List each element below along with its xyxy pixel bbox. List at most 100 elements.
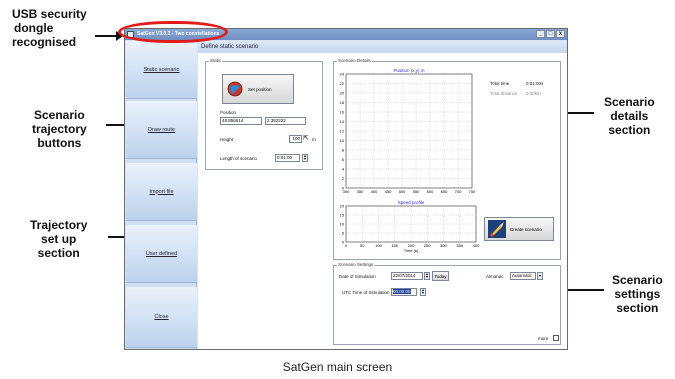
total-distance-value: 0.00km	[526, 91, 541, 96]
main-panel: Define static scenario Static Set positi…	[198, 41, 567, 349]
y-tick-label: 2	[342, 176, 345, 181]
x-tick-label: 250	[424, 243, 431, 248]
position-chart: Position (x,y) m024681012141618202224300…	[340, 68, 476, 194]
maximize-button[interactable]: □	[546, 30, 555, 38]
x-tick-label: 300	[343, 189, 350, 194]
x-tick-label: 700	[455, 189, 462, 194]
y-tick-label: 8	[342, 148, 345, 153]
x-tick-label: 500	[399, 189, 406, 194]
height-field[interactable]: 100	[289, 135, 302, 143]
import-file-button[interactable]: Import file	[126, 163, 197, 221]
window-controls: _ □ x	[536, 30, 565, 38]
annotation-trajectory-setup: Trajectory set up section	[30, 218, 87, 260]
length-field[interactable]: 0:01:00	[275, 154, 300, 162]
y-tick-label: 4	[342, 167, 345, 172]
annotation-text: Scenario	[604, 95, 655, 109]
user-defined-button[interactable]: User defined	[126, 225, 197, 283]
app-window: SatGen V3.0.2 - Two constellations _ □ x…	[124, 28, 568, 350]
x-tick-label: 300	[440, 243, 447, 248]
date-stepper[interactable]: ▲ ▼	[424, 272, 430, 280]
rocket-icon	[488, 220, 506, 238]
y-tick-label: 12	[340, 129, 345, 134]
length-label: Length of scenario	[220, 156, 258, 161]
create-scenario-label: Create scenario	[510, 226, 542, 232]
y-tick-label: 10	[340, 138, 345, 143]
date-label: Date of Simulation	[339, 274, 376, 279]
total-time-value: 0:01:00s	[526, 81, 544, 86]
usb-highlight-ring	[118, 21, 228, 43]
x-tick-label: 450	[385, 189, 392, 194]
x-tick-label: 550	[413, 189, 420, 194]
y-tick-label: 22	[340, 81, 345, 86]
annotation-text: USB security	[12, 7, 87, 21]
x-tick-label: 50	[360, 243, 365, 248]
latitude-field[interactable]: 48.856614	[220, 117, 262, 125]
create-scenario-button[interactable]: Create scenario	[484, 217, 554, 241]
annotation-text: Scenario	[612, 273, 663, 287]
x-tick-label: 350	[357, 189, 364, 194]
globe-icon	[227, 81, 243, 97]
scenario-trajectory-sidebar: Static scenario Draw route Import file U…	[126, 41, 197, 349]
length-stepper[interactable]: ▲ ▼	[302, 154, 308, 162]
utc-stepper[interactable]: ▲ ▼	[420, 288, 426, 296]
details-group-label: Scenario Details	[337, 58, 372, 63]
annotation-details: Scenario details section	[604, 95, 655, 137]
utc-time-value: 00:00:00	[393, 289, 411, 294]
annotation-text: settings	[614, 287, 661, 301]
utc-label: UTC Time of Simulation	[342, 290, 390, 295]
y-tick-label: 20	[340, 204, 345, 209]
position-label: Position	[220, 110, 237, 115]
y-tick-label: 5	[342, 231, 345, 236]
static-group: Static Set position Position 48.856614 2…	[205, 58, 323, 170]
more-checkbox[interactable]	[553, 335, 559, 341]
height-unit: m	[312, 137, 316, 142]
draw-route-button[interactable]: Draw route	[126, 101, 197, 159]
date-field[interactable]: 22/07/2014	[391, 272, 423, 280]
scenario-settings-group: Scenario Settings Date of Simulation 22/…	[333, 262, 561, 345]
annotation-text: details	[610, 109, 649, 123]
longitude-field[interactable]: 2.352222	[265, 117, 306, 125]
close-button[interactable]: Close	[126, 287, 197, 348]
chevron-down-icon[interactable]: ▼	[537, 272, 543, 280]
x-tick-label: 650	[441, 189, 448, 194]
y-tick-label: 18	[340, 100, 345, 105]
annotation-text: recognised	[12, 35, 77, 49]
static-scenario-button[interactable]: Static scenario	[126, 41, 197, 99]
annotation-text: section	[608, 123, 651, 137]
x-tick-label: 0	[345, 243, 348, 248]
x-tick-label: 100	[375, 243, 382, 248]
more-label: more	[538, 336, 549, 341]
total-distance-label: Total distance	[490, 91, 518, 96]
minimize-button[interactable]: _	[536, 30, 545, 38]
static-group-label: Static	[209, 58, 223, 63]
y-tick-label: 10	[340, 222, 345, 227]
annotation-text: trajectory	[32, 122, 87, 136]
cursor-icon: ⇱	[303, 135, 309, 142]
y-tick-label: 16	[340, 110, 345, 115]
annotation-arrow	[95, 31, 123, 41]
scenario-details-group: Scenario Details Position (x,y) m 0 2 4 6 8 10…	[333, 58, 561, 260]
settings-group-label: Scenario Settings	[337, 262, 375, 267]
y-tick-label: 14	[340, 119, 345, 124]
y-tick-label: 24	[340, 72, 345, 77]
annotation-settings: Scenario settings section	[612, 273, 663, 315]
height-label: Height	[220, 137, 234, 142]
annotation-text: Trajectory	[30, 218, 88, 232]
y-tick-label: 20	[340, 91, 345, 96]
x-axis-label: Time (s)	[404, 248, 419, 253]
y-tick-label: 15	[340, 213, 345, 218]
x-tick-label: 400	[473, 243, 480, 248]
close-window-button[interactable]: x	[556, 30, 565, 38]
utc-time-field[interactable]: 00:00:00	[391, 288, 417, 296]
page-title: Define static scenario	[198, 41, 567, 53]
chart-title: Position (x,y) m	[393, 68, 424, 73]
today-button[interactable]: Today	[432, 271, 449, 281]
annotation-text: section	[616, 301, 659, 315]
almanac-select[interactable]: Automatic	[510, 272, 536, 280]
annotation-trajectory-buttons: Scenario trajectory buttons	[32, 108, 87, 150]
set-position-button[interactable]: Set position	[222, 74, 294, 104]
x-tick-label: 600	[427, 189, 434, 194]
set-position-label: Set position	[248, 86, 272, 92]
almanac-label: Almanac	[486, 274, 504, 279]
speed-chart: Speed profile051015200 50 100 150 200 250 300 3…	[340, 200, 481, 253]
